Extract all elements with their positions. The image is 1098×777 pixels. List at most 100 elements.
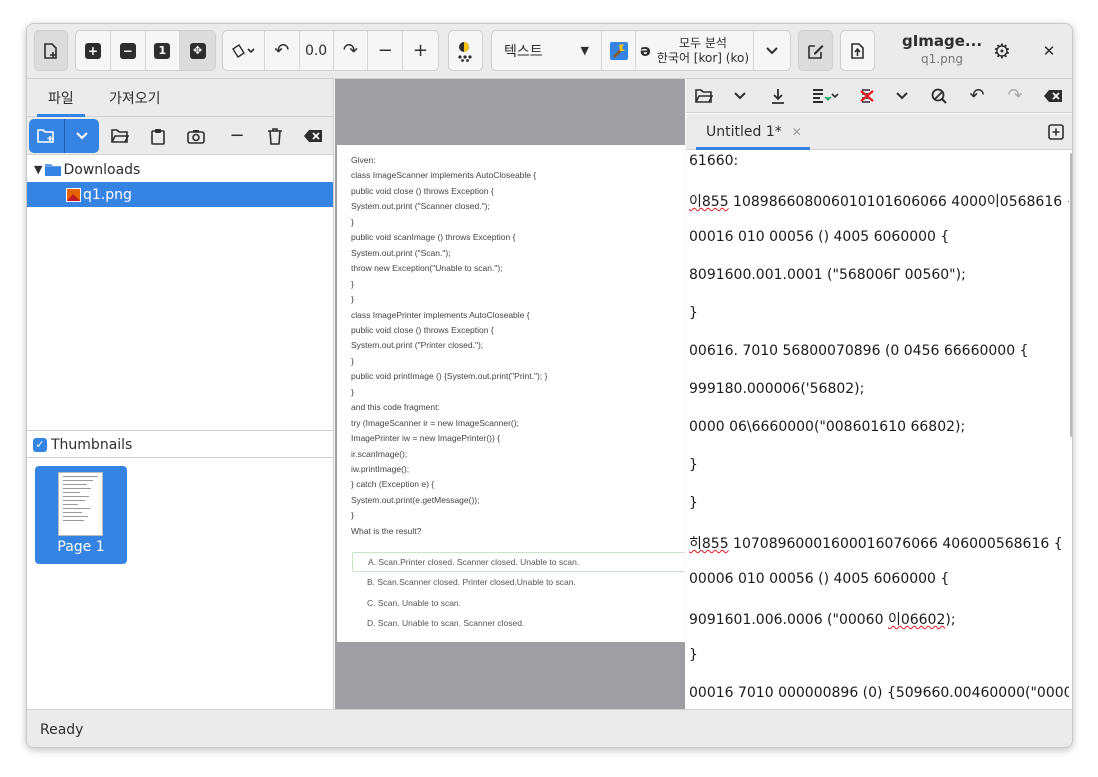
redo-button[interactable]: ↷: [1000, 81, 1030, 111]
clear-sources-button[interactable]: [297, 120, 329, 152]
screenshot-button[interactable]: [180, 120, 212, 152]
image-text-line: System.out.print ("Scanner closed.");: [351, 201, 490, 212]
output-text-line: }: [689, 495, 698, 511]
open-output-button[interactable]: [689, 81, 719, 111]
zoom-original-button[interactable]: 1: [146, 31, 181, 70]
rotate-left-icon: ↶: [274, 39, 290, 61]
text-segment: 10708960001600016076066 406000568616 {: [728, 536, 1063, 552]
zoom-out-icon: −: [119, 42, 136, 59]
window-title-sub: q1.png: [921, 52, 963, 66]
tab-files-label: 파일: [48, 91, 74, 107]
strip-options-menu[interactable]: [887, 81, 917, 111]
strip-linebreaks-button[interactable]: [852, 81, 882, 111]
output-text-line: 히855 10708960001600016076066 40600056861…: [689, 533, 1063, 553]
rotate-left-button[interactable]: ↶: [265, 31, 300, 70]
tree-folder-downloads[interactable]: ▼ Downloads: [27, 157, 333, 182]
thumbnail-preview: [58, 472, 103, 536]
output-scrollbar[interactable]: [1070, 153, 1072, 437]
chevron-down-icon: [65, 119, 100, 153]
output-text-line: }: [689, 647, 698, 663]
magic-wand-icon: [608, 40, 630, 62]
answer-option: A. Scan.Printer closed. Scanner closed. …: [352, 552, 685, 572]
tree-file-q1[interactable]: q1.png: [27, 182, 333, 207]
text-segment: }: [689, 495, 698, 511]
image-adjust-button[interactable]: [448, 30, 483, 71]
tab-untitled-label: Untitled 1*: [706, 124, 782, 140]
output-text-line: 이855 1089866080060101016060​66 4000이0568…: [689, 191, 1069, 211]
tab-import[interactable]: 가져오기: [109, 79, 161, 117]
add-source-button[interactable]: [29, 119, 99, 153]
insert-mode-button[interactable]: [806, 81, 846, 111]
output-text-line: 999180.000006('56802);: [689, 381, 864, 397]
image-canvas[interactable]: Given: class ImageScanner implements Auto…: [335, 79, 685, 709]
paste-button[interactable]: [142, 120, 174, 152]
output-text-line: 8091600.001.0001 ("568006ᒥ 00560");: [689, 267, 966, 283]
text-segment: 1089866080060101016060​66 4000이0568616 {: [728, 194, 1069, 210]
undo-button[interactable]: ↶: [962, 81, 992, 111]
status-text: Ready: [40, 721, 84, 738]
status-bar: Ready: [27, 709, 1072, 747]
image-text-line: throw new Exception("Unable to scan.");: [351, 263, 503, 274]
close-tab-icon[interactable]: ✕: [792, 125, 802, 139]
export-icon: [849, 42, 867, 60]
text-segment: }: [689, 305, 698, 321]
recognize-button[interactable]: [602, 31, 636, 70]
language-select[interactable]: ə 모두 분석 한국어 [kor] (ko): [636, 31, 754, 70]
output-text-line: }: [689, 457, 698, 473]
image-text-line: and this code fragment:: [351, 402, 440, 413]
open-output-menu[interactable]: [725, 81, 755, 111]
text-segment: 00016 010 00056 () 4005 6060000 {: [689, 229, 950, 245]
text-segment: }: [689, 647, 698, 663]
rotation-decrease-button[interactable]: −: [368, 31, 404, 70]
rotate-right-button[interactable]: ↷: [334, 31, 369, 70]
remove-source-button[interactable]: −: [221, 120, 253, 152]
mode-select[interactable]: 텍스트 ▼: [492, 31, 602, 70]
image-text-line: iw.printImage();: [351, 464, 410, 474]
clear-output-button[interactable]: [1038, 81, 1068, 111]
image-text-line: }: [351, 355, 354, 366]
tab-untitled-1[interactable]: Untitled 1* ✕: [696, 114, 810, 150]
add-tab-icon: [1048, 124, 1064, 140]
clear-icon: [303, 129, 323, 143]
camera-icon: [187, 129, 205, 144]
find-replace-button[interactable]: [924, 81, 954, 111]
minus-icon: −: [377, 39, 393, 61]
zoom-in-button[interactable]: +: [76, 31, 111, 70]
zoom-out-button[interactable]: −: [111, 31, 146, 70]
image-text-line: }: [351, 510, 354, 521]
new-tab-button[interactable]: [1046, 122, 1066, 142]
new-document-button[interactable]: [34, 30, 68, 71]
language-dropdown-button[interactable]: [754, 31, 790, 70]
output-text-editor[interactable]: 61660: 이855 1089866080060101016060​66 400…: [686, 151, 1069, 709]
answer-option: C. Scan. Unable to scan.: [367, 597, 462, 608]
page-thumbnail[interactable]: Page 1: [35, 466, 127, 564]
rotation-increase-button[interactable]: +: [403, 31, 438, 70]
settings-button[interactable]: ⚙: [989, 38, 1015, 64]
open-folder-button[interactable]: [104, 120, 136, 152]
thumbnail-label: Page 1: [57, 539, 105, 555]
rotate-mode-dropdown[interactable]: [223, 31, 265, 70]
strip-icon: [859, 88, 875, 104]
delete-source-button[interactable]: [259, 120, 291, 152]
answer-option: D. Scan. Unable to scan. Scanner closed.: [367, 617, 525, 628]
close-button[interactable]: ✕: [1036, 38, 1062, 64]
tab-files[interactable]: 파일: [37, 79, 85, 117]
document-image: Given: class ImageScanner implements Auto…: [337, 145, 685, 642]
edit-output-button[interactable]: [798, 30, 833, 71]
image-text-line: System.out.print(e.getMessage());: [351, 494, 480, 505]
tab-import-label: 가져오기: [109, 91, 161, 107]
expander-icon: ▼: [34, 163, 43, 176]
file-tree: ▼ Downloads q1.png: [27, 156, 333, 431]
image-text-line: }: [351, 386, 354, 397]
output-text-line: 00006 010 00056 () 4005 6060000 {: [689, 571, 949, 587]
zoom-fit-button[interactable]: ✥: [180, 31, 215, 70]
export-button[interactable]: [840, 30, 875, 71]
output-text-line: 61660:: [689, 153, 738, 169]
text-segment: 00616. 7010 56800070896 (0 0456 66660000…: [689, 343, 1029, 359]
folder-open-icon: [111, 129, 129, 143]
sources-tabs: 파일 가져오기: [27, 79, 333, 117]
chevron-down-icon: [734, 92, 746, 100]
thumbnails-toggle[interactable]: ✓ Thumbnails: [27, 432, 333, 458]
save-output-button[interactable]: [763, 81, 793, 111]
rotation-value[interactable]: 0.0: [300, 31, 334, 70]
